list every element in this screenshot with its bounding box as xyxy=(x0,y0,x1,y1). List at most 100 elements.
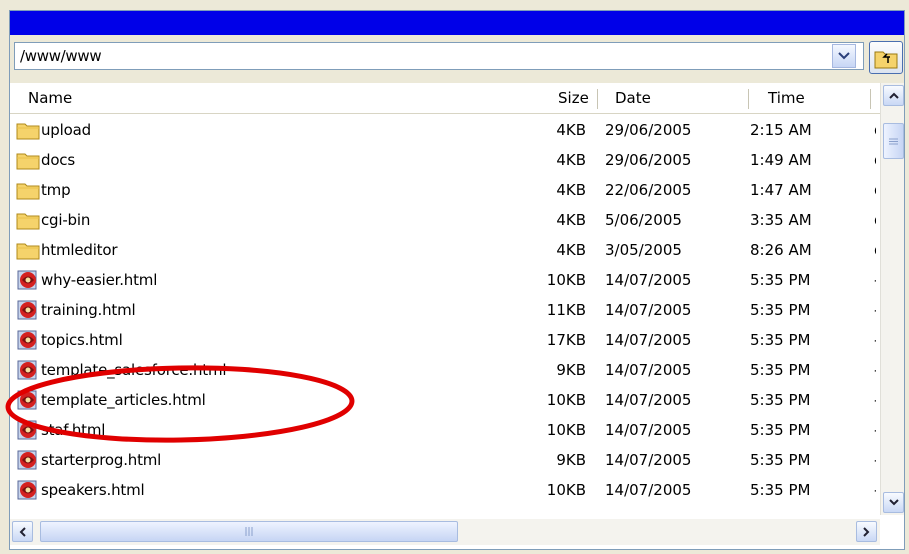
html-file-icon xyxy=(17,420,37,440)
file-name: why-easier.html xyxy=(41,271,158,289)
file-row[interactable]: training.html 11KB 14/07/2005 5:35 PM - xyxy=(10,295,876,325)
file-row[interactable]: template_articles.html 10KB 14/07/2005 5:35… xyxy=(10,385,876,415)
chevron-left-icon xyxy=(19,526,26,537)
folder-row[interactable]: cgi-bin 4KB 5/06/2005 3:35 AM d xyxy=(10,205,876,235)
file-row[interactable]: topics.html 17KB 14/07/2005 5:35 PM - xyxy=(10,325,876,355)
file-date: 29/06/2005 xyxy=(605,121,692,139)
file-date: 14/07/2005 xyxy=(605,481,692,499)
file-attributes: - xyxy=(874,355,876,385)
file-row[interactable]: staf.html 10KB 14/07/2005 5:35 PM - xyxy=(10,415,876,445)
folder-row[interactable]: upload 4KB 29/06/2005 2:15 AM d xyxy=(10,115,876,145)
file-name: tmp xyxy=(41,181,71,199)
file-size: 10KB xyxy=(546,271,586,289)
file-attributes: - xyxy=(874,475,876,505)
html-file-icon xyxy=(17,450,37,470)
folder-icon xyxy=(16,213,40,230)
file-browser-window: /www/www Name Size Date Time upload 4KB 29… xyxy=(9,10,905,550)
file-size: 10KB xyxy=(546,481,586,499)
file-time: 5:35 PM xyxy=(750,331,811,349)
file-date: 29/06/2005 xyxy=(605,151,692,169)
file-size: 11KB xyxy=(546,301,586,319)
file-attributes: d xyxy=(874,235,876,265)
html-file-icon xyxy=(17,270,37,290)
file-attributes: - xyxy=(874,265,876,295)
vertical-scroll-thumb[interactable] xyxy=(883,123,904,159)
file-attributes: - xyxy=(874,415,876,445)
column-divider[interactable] xyxy=(748,89,749,109)
folder-row[interactable]: htmleditor 4KB 3/05/2005 8:26 AM d xyxy=(10,235,876,265)
scroll-left-button[interactable] xyxy=(12,521,33,542)
file-date: 14/07/2005 xyxy=(605,451,692,469)
file-attributes: d xyxy=(874,205,876,235)
path-combobox[interactable]: /www/www xyxy=(14,42,864,70)
file-time: 5:35 PM xyxy=(750,481,811,499)
horizontal-scrollbar[interactable] xyxy=(10,519,880,545)
html-file-icon xyxy=(17,480,37,500)
file-size: 10KB xyxy=(546,421,586,439)
file-name: cgi-bin xyxy=(41,211,91,229)
file-attributes: - xyxy=(874,385,876,415)
html-file-icon xyxy=(17,360,37,380)
column-size-header[interactable]: Size xyxy=(558,83,589,113)
file-name: speakers.html xyxy=(41,481,145,499)
file-date: 3/05/2005 xyxy=(605,241,682,259)
scroll-up-button[interactable] xyxy=(883,85,904,106)
file-date: 14/07/2005 xyxy=(605,391,692,409)
file-name: staf.html xyxy=(41,421,106,439)
up-folder-button[interactable] xyxy=(869,41,903,74)
column-divider[interactable] xyxy=(870,89,871,109)
file-size: 4KB xyxy=(556,241,586,259)
file-size: 4KB xyxy=(556,181,586,199)
horizontal-scroll-thumb[interactable] xyxy=(40,521,458,542)
folder-row[interactable]: docs 4KB 29/06/2005 1:49 AM d xyxy=(10,145,876,175)
folder-icon xyxy=(16,123,40,140)
file-row[interactable]: starterprog.html 9KB 14/07/2005 5:35 PM - xyxy=(10,445,876,475)
file-row[interactable]: template_salesforce.html 9KB 14/07/2005 5:3… xyxy=(10,355,876,385)
path-dropdown-button[interactable] xyxy=(832,44,856,68)
file-name: template_salesforce.html xyxy=(41,361,227,379)
title-bar xyxy=(10,11,904,35)
scroll-right-button[interactable] xyxy=(856,521,877,542)
column-time-header[interactable]: Time xyxy=(768,83,805,113)
file-name: topics.html xyxy=(41,331,123,349)
file-attributes: d xyxy=(874,175,876,205)
file-date: 14/07/2005 xyxy=(605,331,692,349)
file-date: 14/07/2005 xyxy=(605,361,692,379)
file-row[interactable]: speakers.html 10KB 14/07/2005 5:35 PM - xyxy=(10,475,876,505)
file-time: 8:26 AM xyxy=(750,241,812,259)
chevron-right-icon xyxy=(863,526,870,537)
file-attributes: - xyxy=(874,325,876,355)
chevron-up-icon xyxy=(888,92,899,99)
chevron-down-icon xyxy=(838,52,850,60)
column-date-header[interactable]: Date xyxy=(615,83,651,113)
vertical-scrollbar[interactable] xyxy=(880,83,904,515)
folder-row[interactable]: tmp 4KB 22/06/2005 1:47 AM d xyxy=(10,175,876,205)
html-file-icon xyxy=(17,330,37,350)
file-size: 17KB xyxy=(546,331,586,349)
file-size: 4KB xyxy=(556,121,586,139)
file-date: 14/07/2005 xyxy=(605,271,692,289)
folder-icon xyxy=(16,243,40,260)
file-size: 4KB xyxy=(556,151,586,169)
folder-icon xyxy=(16,153,40,170)
file-time: 5:35 PM xyxy=(750,271,811,289)
html-file-icon xyxy=(17,390,37,410)
file-time: 3:35 AM xyxy=(750,211,812,229)
scroll-down-button[interactable] xyxy=(883,492,904,513)
file-size: 9KB xyxy=(556,451,586,469)
path-bar: /www/www xyxy=(10,35,904,83)
column-name-header[interactable]: Name xyxy=(28,83,72,113)
file-name: training.html xyxy=(41,301,136,319)
file-time: 1:49 AM xyxy=(750,151,812,169)
file-attributes: - xyxy=(874,295,876,325)
column-divider[interactable] xyxy=(597,89,598,109)
file-size: 10KB xyxy=(546,391,586,409)
file-name: docs xyxy=(41,151,75,169)
file-row[interactable]: why-easier.html 10KB 14/07/2005 5:35 PM - xyxy=(10,265,876,295)
file-time: 5:35 PM xyxy=(750,301,811,319)
file-time: 5:35 PM xyxy=(750,421,811,439)
file-attributes: d xyxy=(874,115,876,145)
grip-icon xyxy=(245,527,253,536)
file-size: 9KB xyxy=(556,361,586,379)
file-time: 1:47 AM xyxy=(750,181,812,199)
